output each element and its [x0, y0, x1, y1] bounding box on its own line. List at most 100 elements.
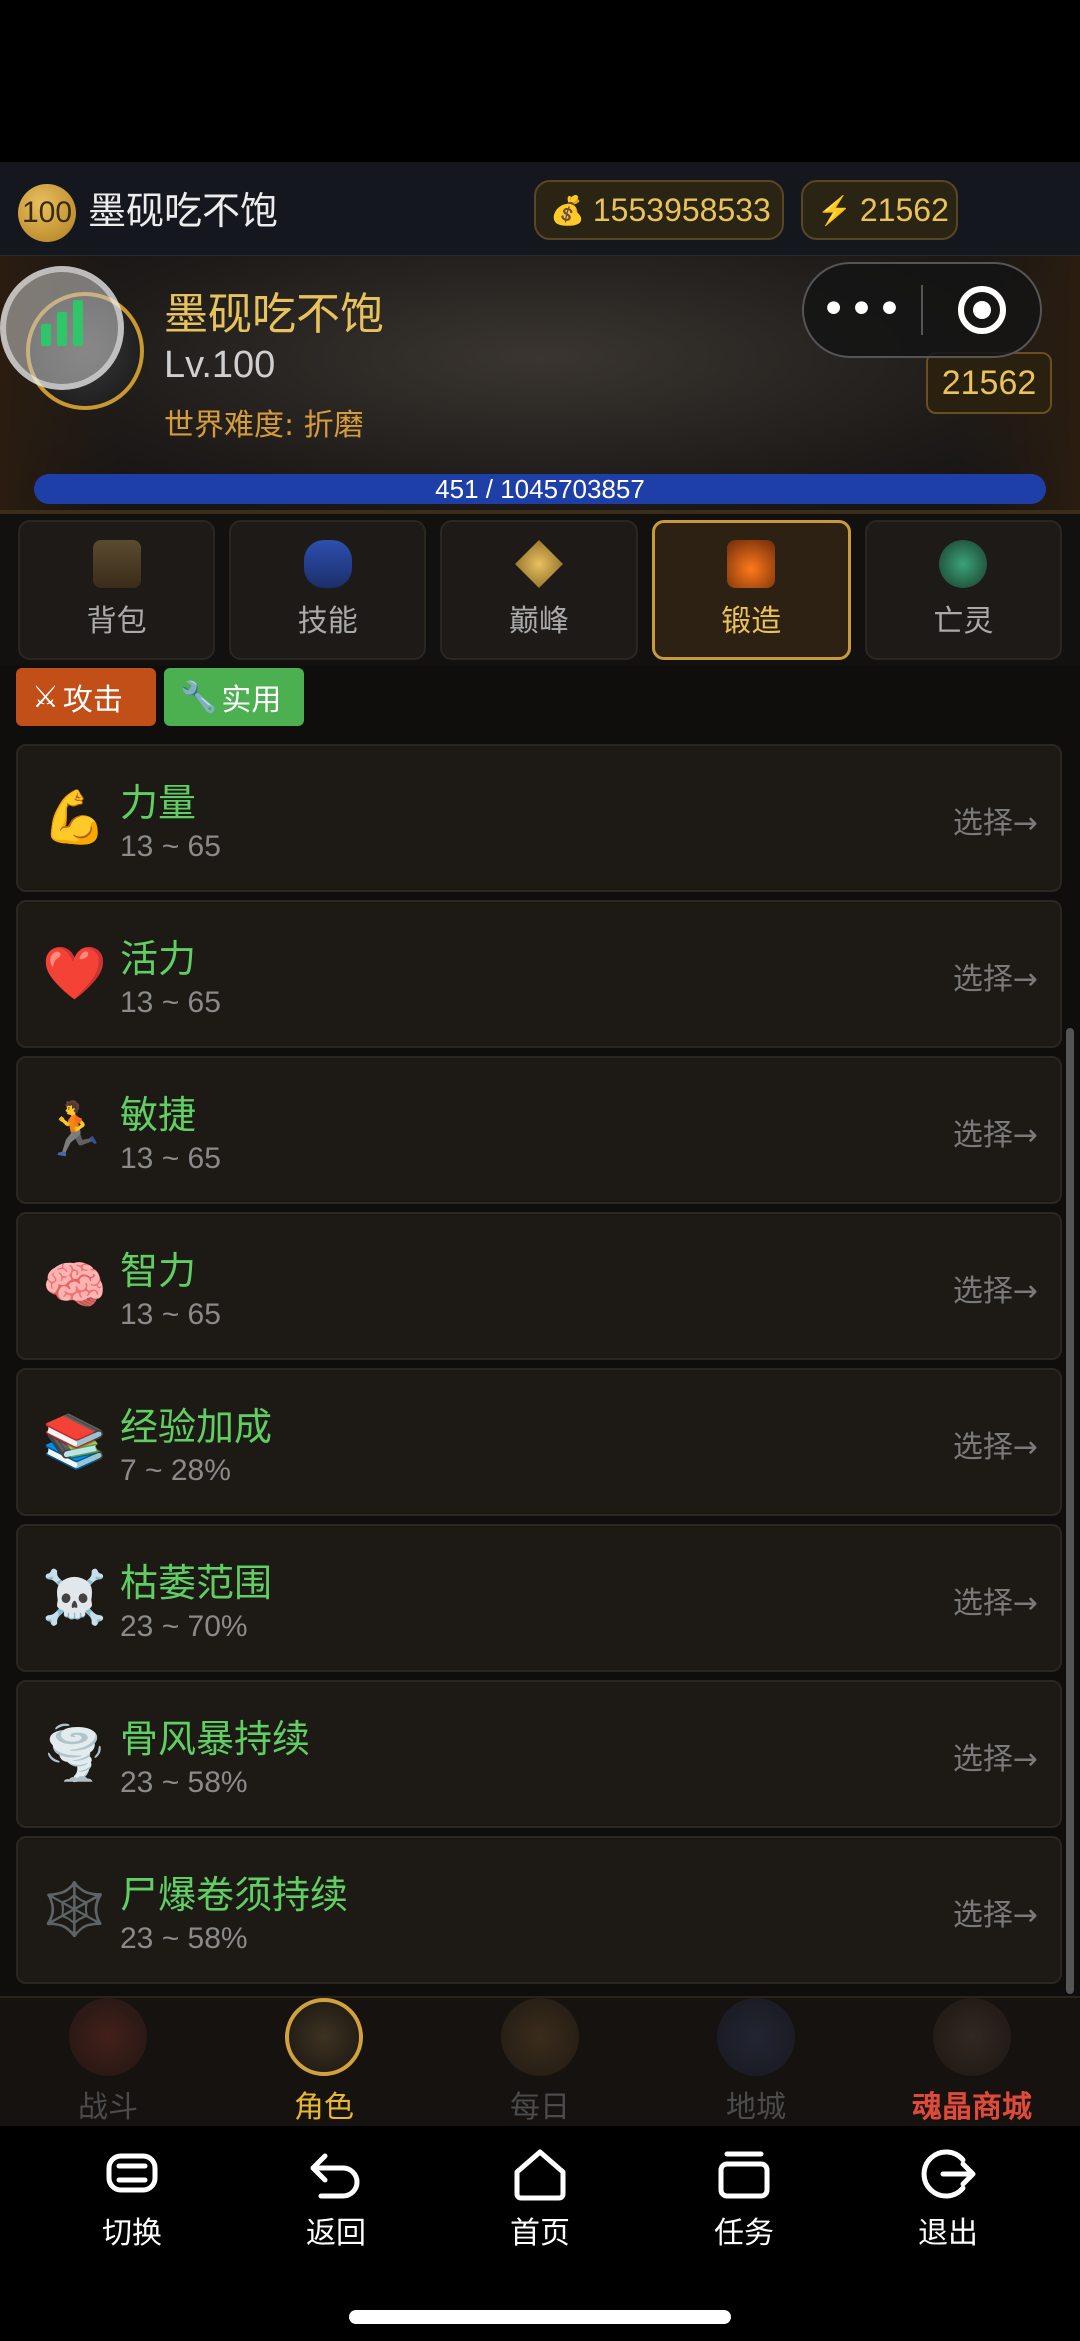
tab-undead[interactable]: 亡灵 [864, 520, 1063, 660]
select-button[interactable]: 选择→ [953, 1890, 1038, 1934]
nav-character[interactable]: 角色 [216, 1998, 432, 2126]
list-item[interactable]: 💪 力量 13 ~ 65 选择→ [16, 744, 1062, 892]
affix-range: 7 ~ 28% [120, 1454, 231, 1487]
nav-label: 角色 [294, 2090, 354, 2125]
system-nav: 切换 返回 首页 任务 退出 [0, 2126, 1080, 2341]
tab-forge[interactable]: 锻造 [651, 520, 851, 660]
hero-name: 墨砚吃不饱 [164, 289, 384, 340]
chest-icon [92, 540, 141, 588]
list-item[interactable]: 🌪️ 骨风暴持续 23 ~ 58% 选择→ [16, 1680, 1062, 1828]
nav-label: 战斗 [78, 2090, 138, 2125]
affix-name: 活力 [120, 937, 197, 981]
select-button[interactable]: 选择→ [953, 954, 1038, 998]
energy-value: 21562 [859, 191, 949, 228]
heart-icon: ❤️ [42, 944, 107, 1004]
list-item[interactable]: 🕸️ 尸爆卷须持续 23 ~ 58% 选择→ [16, 1836, 1062, 1984]
barrel-icon [501, 1998, 579, 2076]
spider-web-icon: 🕸️ [42, 1880, 107, 1940]
target-icon [957, 286, 1006, 334]
world-difficulty: 世界难度: 折磨 [164, 408, 364, 443]
battle-icon [69, 1998, 147, 2076]
money-bag-icon: 💰 [550, 194, 585, 226]
filter-attack-label: 攻击 [62, 683, 123, 718]
select-button[interactable]: 选择→ [953, 1422, 1038, 1466]
nav-label: 地城 [726, 2090, 786, 2125]
tab-label: 锻造 [721, 604, 782, 639]
affix-name: 力量 [120, 781, 197, 825]
switch-label: 切换 [102, 2216, 162, 2251]
lightning-icon: ⚡ [817, 194, 852, 226]
affix-range: 23 ~ 58% [120, 1766, 248, 1799]
nav-label: 每日 [510, 2090, 570, 2125]
forge-icon [727, 540, 776, 588]
home-indicator[interactable] [349, 2310, 731, 2324]
affix-name: 敏捷 [120, 1093, 197, 1137]
skull-crossbones-icon: ☠️ [42, 1568, 107, 1628]
affix-range: 13 ~ 65 [120, 1142, 221, 1175]
list-item[interactable]: ☠️ 枯萎范围 23 ~ 70% 选择→ [16, 1524, 1062, 1672]
select-button[interactable]: 选择→ [953, 1266, 1038, 1310]
home-button[interactable]: 首页 [438, 2146, 642, 2252]
affix-name: 智力 [120, 1249, 197, 1293]
mini-program-capsule: ••• [802, 262, 1042, 358]
tasks-icon [715, 2146, 773, 2202]
affix-name: 骨风暴持续 [120, 1717, 311, 1761]
list-item[interactable]: 📚 经验加成 7 ~ 28% 选择→ [16, 1368, 1062, 1516]
castle-icon [717, 1998, 795, 2076]
nav-daily[interactable]: 每日 [432, 1998, 648, 2126]
runner-icon: 🏃 [42, 1100, 107, 1160]
hero-banner: 墨砚吃不饱 Lv.100 世界难度: 折磨 ••• 21562 451 / 10… [0, 256, 1080, 514]
affix-name: 尸爆卷须持续 [120, 1873, 349, 1917]
affix-name: 经验加成 [120, 1405, 273, 1449]
back-label: 返回 [306, 2216, 366, 2251]
tab-label: 巅峰 [509, 604, 569, 639]
back-arrow-icon [307, 2146, 365, 2202]
signal-icon[interactable] [0, 266, 124, 390]
character-tabs: 背包 技能 巅峰 锻造 亡灵 [0, 514, 1080, 666]
back-button[interactable]: 返回 [234, 2146, 438, 2252]
energy-box: 21562 [926, 352, 1052, 414]
hexagram-icon [515, 540, 563, 588]
home-label: 首页 [510, 2216, 570, 2251]
tasks-button[interactable]: 任务 [642, 2146, 846, 2252]
switch-button[interactable]: 切换 [30, 2146, 234, 2252]
rune-icon [303, 540, 352, 588]
wrench-icon: 🔧 [180, 679, 218, 715]
affix-range: 13 ~ 65 [120, 830, 221, 863]
scrollbar[interactable] [1066, 1028, 1074, 1994]
exit-button[interactable]: 退出 [846, 2146, 1050, 2252]
filter-attack[interactable]: ⚔ 攻击 [16, 668, 156, 726]
hero-level: Lv.100 [164, 344, 276, 386]
affix-name: 枯萎范围 [120, 1561, 273, 1605]
affix-range: 23 ~ 70% [120, 1610, 248, 1643]
energy-counter[interactable]: ⚡ 21562 [801, 180, 958, 240]
xp-bar: 451 / 1045703857 [34, 474, 1046, 504]
flexed-biceps-icon: 💪 [42, 788, 107, 848]
nav-dungeon[interactable]: 地城 [648, 1998, 864, 2126]
top-bar: 100 墨砚吃不饱 💰 1553958533 ⚡ 21562 [0, 162, 1080, 256]
select-button[interactable]: 选择→ [953, 1110, 1038, 1154]
crossed-swords-icon: ⚔ [32, 679, 59, 715]
tab-backpack[interactable]: 背包 [18, 520, 216, 660]
helmet-icon [285, 1998, 363, 2076]
nav-soul-crystal-shop[interactable]: 魂晶商城 [864, 1998, 1080, 2126]
select-button[interactable]: 选择→ [953, 798, 1038, 842]
tab-paragon[interactable]: 巅峰 [440, 520, 638, 660]
nav-battle[interactable]: 战斗 [0, 1998, 216, 2126]
more-button[interactable]: ••• [804, 288, 921, 332]
select-button[interactable]: 选择→ [953, 1578, 1038, 1622]
list-item[interactable]: 🧠 智力 13 ~ 65 选择→ [16, 1212, 1062, 1360]
tab-skills[interactable]: 技能 [229, 520, 427, 660]
exit-icon [919, 2146, 977, 2202]
player-name: 墨砚吃不饱 [88, 189, 279, 233]
filter-utility[interactable]: 🔧 实用 [164, 668, 304, 726]
list-item[interactable]: ❤️ 活力 13 ~ 65 选择→ [16, 900, 1062, 1048]
gold-counter[interactable]: 💰 1553958533 [534, 180, 784, 240]
nav-label: 魂晶商城 [912, 2090, 1032, 2125]
books-icon: 📚 [42, 1412, 107, 1472]
select-button[interactable]: 选择→ [953, 1734, 1038, 1778]
list-item[interactable]: 🏃 敏捷 13 ~ 65 选择→ [16, 1056, 1062, 1204]
level-badge: 100 [18, 184, 76, 242]
close-target-button[interactable] [923, 286, 1040, 334]
affix-range: 23 ~ 58% [120, 1922, 248, 1955]
